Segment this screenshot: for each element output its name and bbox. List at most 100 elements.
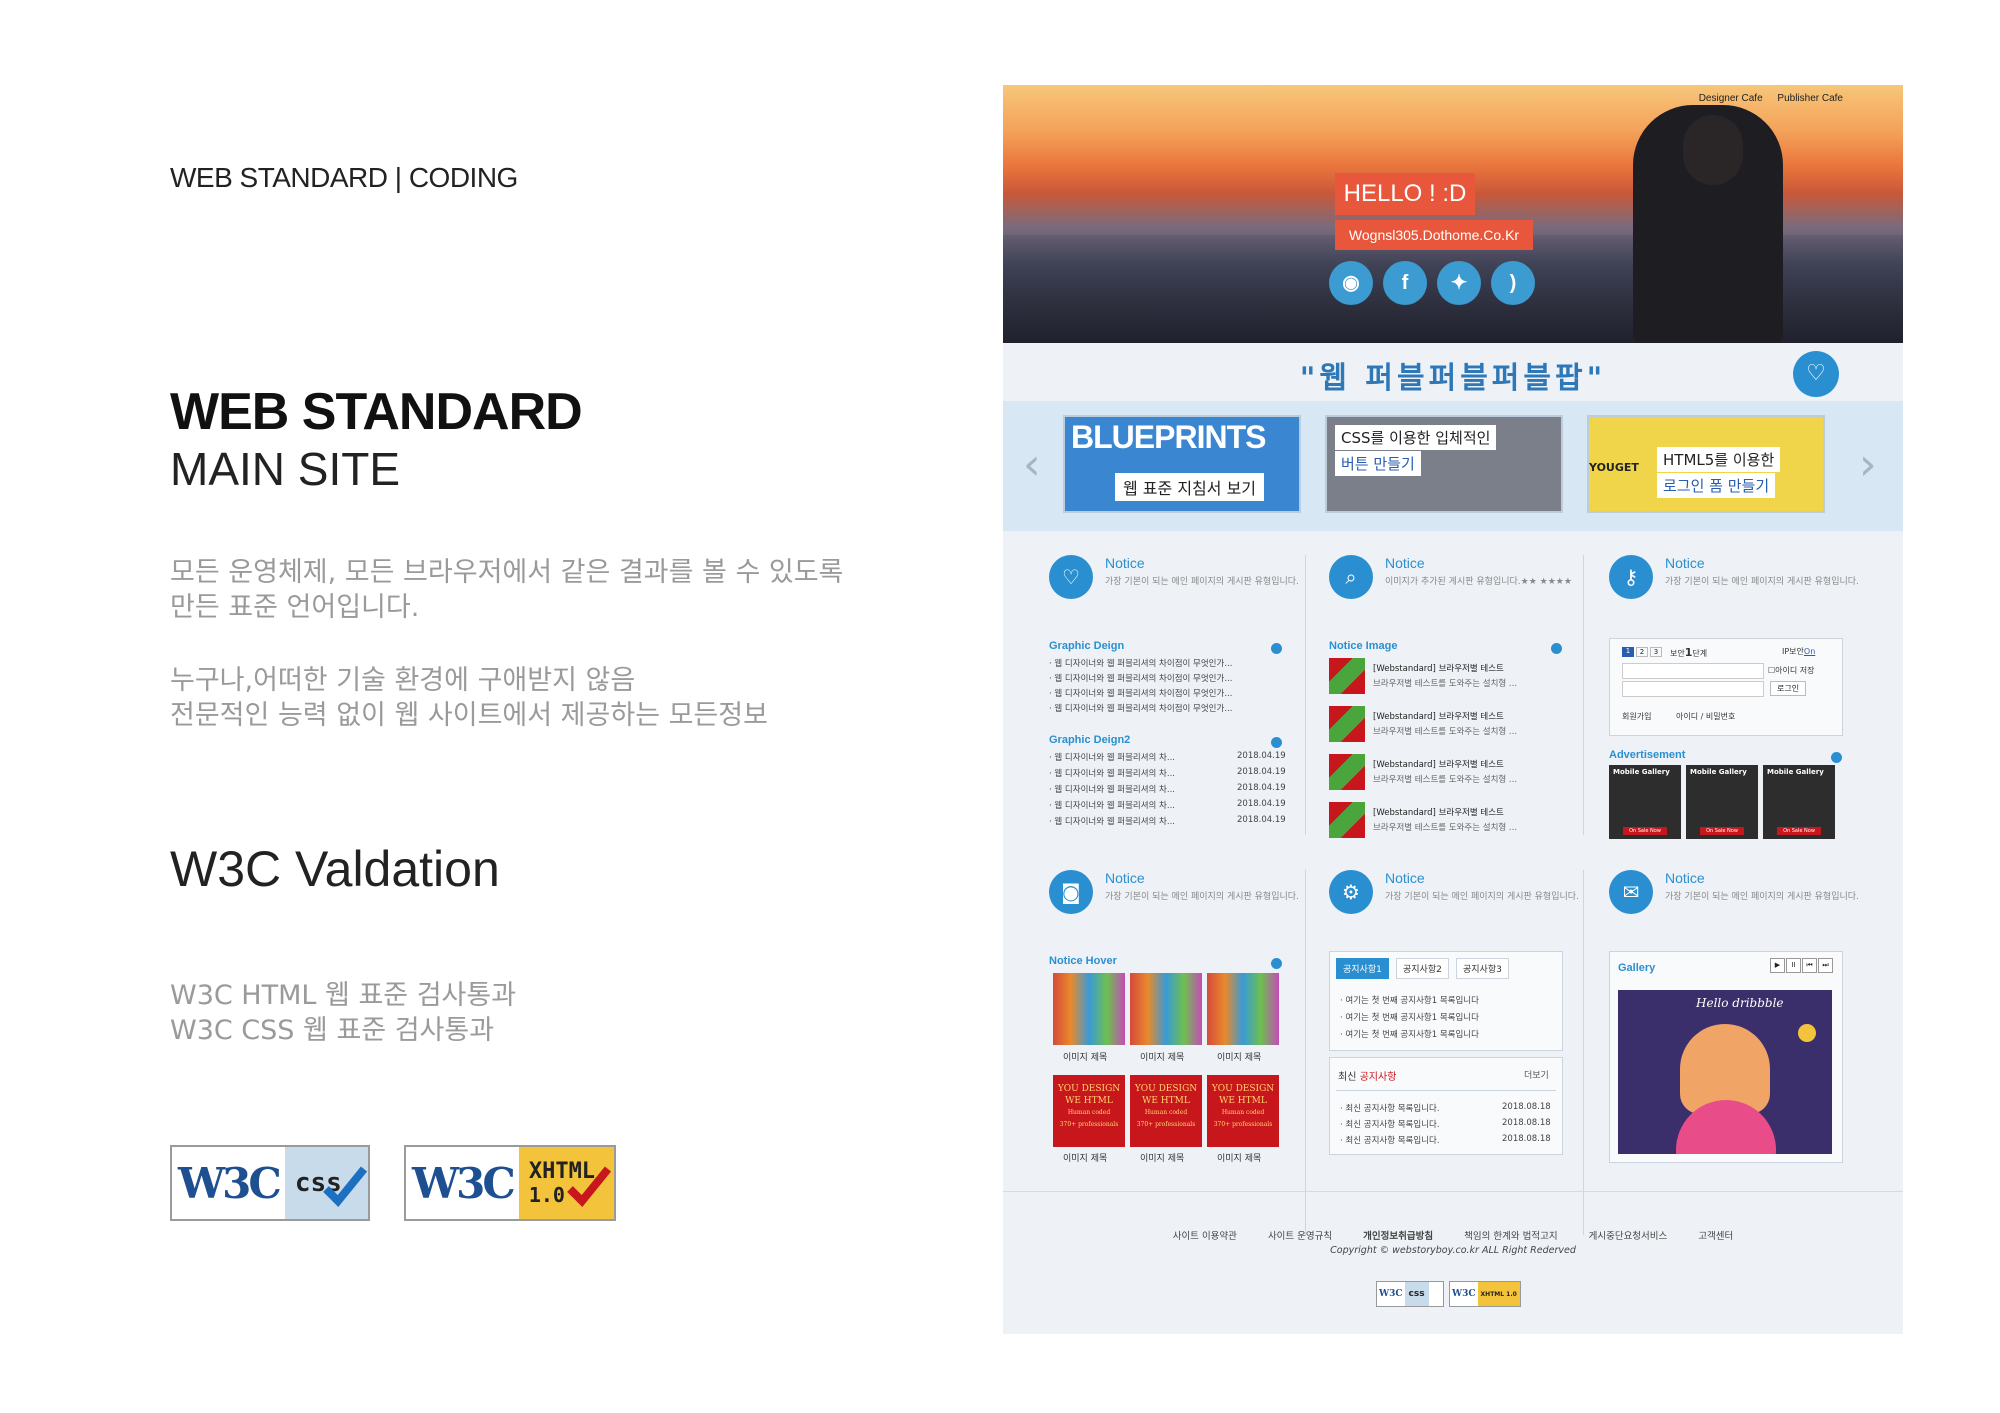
gallery-image[interactable]: [1130, 973, 1202, 1045]
notice-title[interactable]: Notice: [1105, 555, 1145, 571]
pause-icon[interactable]: II: [1786, 958, 1801, 973]
play-icon[interactable]: ▶: [1770, 958, 1785, 973]
promo-image[interactable]: YOU DESIGN WE HTML Human coded 370+ prof…: [1207, 1075, 1279, 1147]
domain-label[interactable]: Wognsl305.Dothome.Co.Kr: [1335, 220, 1533, 250]
save-id-checkbox[interactable]: ☐아이디 저장: [1768, 665, 1815, 676]
more-icon[interactable]: [1831, 752, 1842, 763]
section-title[interactable]: Graphic Deign2: [1049, 734, 1130, 746]
notice-title[interactable]: Notice: [1665, 555, 1705, 571]
prev-arrow-icon[interactable]: ‹: [1023, 439, 1041, 490]
ad-banner[interactable]: Mobile Gallery On Sale Now: [1609, 765, 1681, 839]
list-item[interactable]: · 웹 디자이너와 웹 퍼블리셔의 차...: [1049, 767, 1175, 779]
tab-notice-1[interactable]: 공지사항1: [1336, 958, 1389, 979]
page-title: WEB STANDARD: [170, 383, 583, 441]
ad-title: Mobile Gallery: [1690, 768, 1747, 776]
find-account-link[interactable]: 아이디 / 비밀번호: [1676, 711, 1735, 722]
notice-title[interactable]: Notice: [1105, 870, 1145, 886]
list-item[interactable]: · 최신 공지사항 목록입니다.: [1340, 1134, 1440, 1146]
rss-icon[interactable]: ): [1491, 261, 1535, 305]
dribbble-icon[interactable]: ◉: [1329, 261, 1373, 305]
list-item[interactable]: · 웹 디자이너와 웹 퍼블리셔의 차...: [1049, 799, 1175, 811]
facebook-icon[interactable]: f: [1383, 261, 1427, 305]
top-link-publisher-cafe[interactable]: Publisher Cafe: [1777, 93, 1843, 104]
password-input[interactable]: [1622, 681, 1764, 697]
list-item[interactable]: · 웹 디자이너와 웹 퍼블리셔의 차이점이 무엇인가...: [1049, 672, 1232, 684]
w3c-css-badge[interactable]: W3C css: [170, 1145, 370, 1221]
list-item[interactable]: · 웹 디자이너와 웹 퍼블리셔의 차...: [1049, 815, 1175, 827]
gallery-art-text: Hello dribbble: [1696, 996, 1784, 1010]
notice-desc: 이미지가 추가된 게시판 유형입니다.★★ ★★★★: [1385, 577, 1572, 587]
thumbnail-image[interactable]: [1329, 754, 1365, 790]
list-item[interactable]: · 여기는 첫 번째 공지사항1 목록입니다: [1340, 1028, 1479, 1040]
list-item[interactable]: · 최신 공지사항 목록입니다.: [1340, 1118, 1440, 1130]
step-3[interactable]: 3: [1650, 647, 1662, 657]
list-item[interactable]: · 최신 공지사항 목록입니다.: [1340, 1102, 1440, 1114]
section-title[interactable]: Graphic Deign: [1049, 640, 1124, 652]
list-item[interactable]: · 여기는 첫 번째 공지사항1 목록입니다: [1340, 1011, 1479, 1023]
next-arrow-icon[interactable]: ›: [1859, 439, 1877, 490]
footer-link[interactable]: 사이트 운영규칙: [1268, 1231, 1332, 1242]
gallery-image[interactable]: [1053, 973, 1125, 1045]
promo-image[interactable]: YOU DESIGN WE HTML Human coded 370+ prof…: [1053, 1075, 1125, 1147]
footer-link[interactable]: 개인정보취급방침: [1363, 1231, 1433, 1242]
gallery-image[interactable]: [1207, 973, 1279, 1045]
more-icon[interactable]: [1271, 958, 1282, 969]
slide-blueprints[interactable]: BLUEPRINTS 웹 표준 지침서 보기: [1063, 415, 1301, 513]
image-item-title[interactable]: [Webstandard] 브라우저별 테스트: [1373, 806, 1504, 818]
section-title[interactable]: Gallery: [1618, 962, 1655, 974]
prev-icon[interactable]: ⏮: [1802, 958, 1817, 973]
more-icon[interactable]: [1551, 643, 1562, 654]
w3c-logo: W3C: [412, 1158, 516, 1208]
list-item[interactable]: · 웹 디자이너와 웹 퍼블리셔의 차...: [1049, 783, 1175, 795]
footer-link[interactable]: 책임의 한계와 법적고지: [1464, 1231, 1557, 1242]
latest-title-highlight: 공지사항: [1359, 1072, 1397, 1083]
thumbnail-image[interactable]: [1329, 802, 1365, 838]
thumbnail-image[interactable]: [1329, 706, 1365, 742]
notice-title[interactable]: Notice: [1385, 555, 1425, 571]
list-item[interactable]: · 웹 디자이너와 웹 퍼블리셔의 차이점이 무엇인가...: [1049, 687, 1232, 699]
list-item[interactable]: · 웹 디자이너와 웹 퍼블리셔의 차이점이 무엇인가...: [1049, 657, 1232, 669]
section-title[interactable]: Notice Hover: [1049, 955, 1117, 967]
notice-title[interactable]: Notice: [1385, 870, 1425, 886]
more-icon[interactable]: [1271, 737, 1282, 748]
section-title[interactable]: Notice Image: [1329, 640, 1397, 652]
tab-notice-2[interactable]: 공지사항2: [1396, 958, 1449, 979]
heart-icon[interactable]: ♡: [1793, 351, 1839, 397]
top-link-designer-cafe[interactable]: Designer Cafe: [1699, 93, 1763, 104]
notice-header: ◙ Notice 가장 기본이 되는 메인 페이지의 게시판 유형입니다.: [1049, 870, 1317, 930]
login-button[interactable]: 로그인: [1770, 681, 1807, 696]
w3c-css-badge[interactable]: W3C css: [1376, 1281, 1444, 1307]
image-item-title[interactable]: [Webstandard] 브라우저별 테스트: [1373, 662, 1504, 674]
section-title[interactable]: Advertisement: [1609, 749, 1685, 761]
thumbnail-image[interactable]: [1329, 658, 1365, 694]
list-item[interactable]: · 웹 디자이너와 웹 퍼블리셔의 차...: [1049, 751, 1175, 763]
slide-css-button[interactable]: CSS를 이용한 입체적인 버튼 만들기: [1325, 415, 1563, 513]
id-input[interactable]: [1622, 663, 1764, 679]
twitter-icon[interactable]: ✦: [1437, 261, 1481, 305]
more-icon[interactable]: [1271, 643, 1282, 654]
next-icon[interactable]: ⏭: [1818, 958, 1833, 973]
gallery-image[interactable]: Hello dribbble: [1618, 990, 1832, 1154]
footer-link[interactable]: 사이트 이용약관: [1173, 1231, 1237, 1242]
slide-html5-login[interactable]: YOUGET HTML5를 이용한 로그인 폼 만들기: [1587, 415, 1825, 513]
more-link[interactable]: 더보기: [1524, 1068, 1549, 1081]
footer-link[interactable]: 고객센터: [1698, 1231, 1733, 1242]
step-2[interactable]: 2: [1636, 647, 1648, 657]
join-link[interactable]: 회원가입: [1622, 711, 1651, 722]
image-item-title[interactable]: [Webstandard] 브라우저별 테스트: [1373, 710, 1504, 722]
ip-state[interactable]: On: [1804, 647, 1815, 656]
promo-image[interactable]: YOU DESIGN WE HTML Human coded 370+ prof…: [1130, 1075, 1202, 1147]
ad-banner[interactable]: Mobile Gallery On Sale Now: [1763, 765, 1835, 839]
ad-banner[interactable]: Mobile Gallery On Sale Now: [1686, 765, 1758, 839]
tab-notice-3[interactable]: 공지사항3: [1456, 958, 1509, 979]
image-item-title[interactable]: [Webstandard] 브라우저별 테스트: [1373, 758, 1504, 770]
list-item[interactable]: · 웹 디자이너와 웹 퍼블리셔의 차이점이 무엇인가...: [1049, 702, 1232, 714]
footer-link[interactable]: 게시중단요청서비스: [1589, 1231, 1668, 1242]
w3c-xhtml-badge[interactable]: W3C XHTML 1.0: [404, 1145, 616, 1221]
site-preview: Designer Cafe Publisher Cafe HELLO ! :D …: [1003, 85, 1903, 1334]
step-1[interactable]: 1: [1622, 647, 1634, 657]
ip-security[interactable]: IP보안On: [1782, 646, 1815, 657]
notice-title[interactable]: Notice: [1665, 870, 1705, 886]
w3c-xhtml-badge[interactable]: W3C XHTML 1.0: [1449, 1281, 1521, 1307]
list-item[interactable]: · 여기는 첫 번째 공지사항1 목록입니다: [1340, 994, 1479, 1006]
